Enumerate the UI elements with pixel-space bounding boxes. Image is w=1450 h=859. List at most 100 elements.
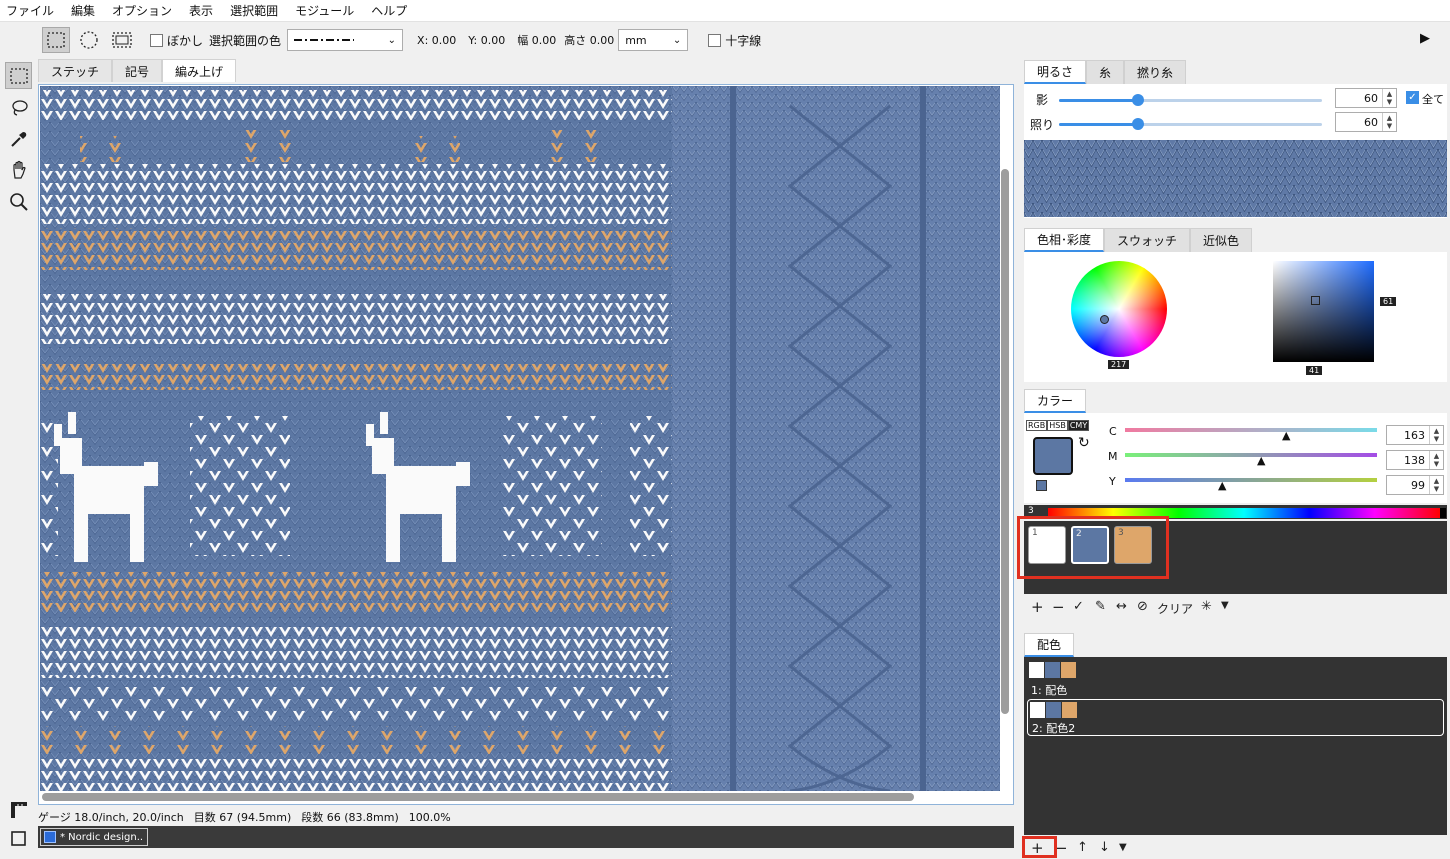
tab-similar-colors[interactable]: 近似色 <box>1190 228 1253 252</box>
shadow-spinbox[interactable]: 60 ▲ ▼ <box>1335 88 1397 108</box>
palette-item-2[interactable]: 2: 配色2 <box>1027 699 1444 736</box>
palette-item-1[interactable]: 1: 配色 <box>1027 659 1444 697</box>
dropdown-arrow-icon[interactable]: ▼ <box>1221 600 1229 611</box>
all-checkbox[interactable]: ✓ <box>1406 91 1419 104</box>
palette-toolbar: + − ↑ ↓ ▼ <box>1024 837 1447 859</box>
saturation-readout: 41 <box>1306 366 1323 375</box>
x-readout: X: 0.00 <box>417 33 457 47</box>
rect-select-tool[interactable] <box>42 27 70 53</box>
tab-twisted-yarn[interactable]: 撚り糸 <box>1124 60 1187 84</box>
c-slider-thumb[interactable]: ▲ <box>1282 429 1290 442</box>
spin-arrows-icon[interactable]: ▲ ▼ <box>1382 113 1396 131</box>
menu-help[interactable]: ヘルプ <box>371 2 407 19</box>
mode-hsb[interactable]: HSB <box>1047 420 1068 431</box>
document-icon <box>44 831 56 843</box>
highlight-spinbox[interactable]: 60 ▲ ▼ <box>1335 112 1397 132</box>
play-icon[interactable]: ▶ <box>1420 31 1430 46</box>
tab-stitch[interactable]: ステッチ <box>38 59 113 82</box>
all-label: 全て <box>1422 93 1444 106</box>
m-slider-thumb[interactable]: ▲ <box>1257 454 1265 467</box>
move-up-icon[interactable]: ↑ <box>1077 840 1088 855</box>
color-picker-panel: 217 61 41 <box>1024 252 1447 382</box>
c-spinbox[interactable]: 163 ▲ ▼ <box>1386 425 1444 445</box>
y-readout: Y: 0.00 <box>468 33 506 47</box>
y-slider[interactable] <box>1125 478 1377 482</box>
swap-arrows-icon[interactable]: ↔ <box>1116 599 1127 614</box>
unit-dropdown[interactable]: mm ⌄ <box>618 29 689 51</box>
menu-selection[interactable]: 選択範囲 <box>230 2 278 19</box>
tab-yarn[interactable]: 糸 <box>1086 60 1125 84</box>
dropdown-arrow-icon[interactable]: ▼ <box>1119 842 1127 853</box>
swap-colors-icon[interactable]: ↻ <box>1078 435 1090 451</box>
m-slider[interactable] <box>1125 453 1377 457</box>
blur-checkbox[interactable] <box>150 33 163 47</box>
vertical-scrollbar[interactable] <box>1001 169 1009 714</box>
check-icon[interactable]: ✓ <box>1073 599 1084 614</box>
hue-marker[interactable] <box>1100 315 1109 324</box>
prohibit-icon[interactable]: ⊘ <box>1137 599 1148 614</box>
ellipse-select-tool[interactable] <box>75 27 103 53</box>
menu-file[interactable]: ファイル <box>6 2 54 19</box>
hue-wheel[interactable] <box>1071 261 1167 357</box>
menu-module[interactable]: モジュール <box>295 2 354 19</box>
tab-swatches[interactable]: スウォッチ <box>1104 228 1191 252</box>
dash-pattern-icon <box>294 39 355 41</box>
move-down-icon[interactable]: ↓ <box>1099 840 1110 855</box>
spin-arrows-icon[interactable]: ▲ ▼ <box>1429 451 1443 469</box>
pencil-icon[interactable]: ✎ <box>1095 599 1106 614</box>
add-chip-icon[interactable]: + <box>1031 598 1044 616</box>
y-slider-thumb[interactable]: ▲ <box>1218 479 1226 492</box>
mini-color-swatch[interactable] <box>1036 480 1047 491</box>
sv-marker[interactable] <box>1311 296 1320 305</box>
cable-knit-area <box>672 86 1000 791</box>
crosshair-checkbox[interactable] <box>708 33 722 47</box>
square-icon <box>10 830 26 846</box>
frame-toggle[interactable] <box>5 825 32 852</box>
tab-symbol[interactable]: 記号 <box>112 59 163 82</box>
y-spinbox[interactable]: 99 ▲ ▼ <box>1386 475 1444 495</box>
color-mode-switch: RGB HSB CMY <box>1026 420 1090 431</box>
tab-color[interactable]: カラー <box>1024 389 1087 413</box>
mode-cmy[interactable]: CMY <box>1067 420 1090 431</box>
tab-brightness[interactable]: 明るさ <box>1024 60 1087 84</box>
lasso-tool[interactable] <box>5 94 32 121</box>
spin-arrows-icon[interactable]: ▲ ▼ <box>1429 476 1443 494</box>
clear-button[interactable]: クリア <box>1157 600 1193 617</box>
sparkle-icon[interactable]: ✳ <box>1201 599 1212 614</box>
horizontal-scrollbar[interactable] <box>42 793 914 801</box>
hue-value: 217 <box>1108 360 1130 369</box>
chip-toolbar: + − ✓ ✎ ↔ ⊘ クリア ✳ ▼ <box>1024 596 1447 620</box>
menu-view[interactable]: 表示 <box>189 2 213 19</box>
toolbox <box>0 58 36 859</box>
menu-options[interactable]: オプション <box>112 2 172 19</box>
marquee-tool[interactable] <box>5 62 32 89</box>
status-zoom: 100.0% <box>408 810 451 824</box>
shadow-slider[interactable] <box>1059 94 1322 106</box>
highlight-slider[interactable] <box>1059 118 1322 130</box>
eyedropper-tool[interactable] <box>5 125 32 152</box>
document-bar: * Nordic design.. <box>38 826 1014 848</box>
menu-edit[interactable]: 編集 <box>71 2 95 19</box>
c-slider[interactable] <box>1125 428 1377 432</box>
remove-chip-icon[interactable]: − <box>1052 598 1065 616</box>
zoom-tool[interactable] <box>5 188 32 215</box>
spin-arrows-icon[interactable]: ▲ ▼ <box>1429 426 1443 444</box>
app-window: ファイル 編集 オプション 表示 選択範囲 モジュール ヘルプ ぼかし 選択範囲… <box>0 0 1450 859</box>
tab-palette[interactable]: 配色 <box>1024 633 1075 657</box>
spin-arrows-icon[interactable]: ▲ ▼ <box>1382 89 1396 107</box>
tab-hue-saturation[interactable]: 色相･彩度 <box>1024 228 1105 252</box>
document-tab[interactable]: * Nordic design.. <box>40 828 149 846</box>
knit-canvas[interactable] <box>40 86 1000 791</box>
brightness-tabs: 明るさ 糸 撚り糸 <box>1024 60 1187 84</box>
ruler-tool[interactable] <box>5 796 32 823</box>
shadow-label: 影 <box>1036 93 1049 107</box>
mode-rgb[interactable]: RGB <box>1026 420 1048 431</box>
foreground-color[interactable] <box>1033 437 1073 475</box>
tab-knit-preview[interactable]: 編み上げ <box>162 59 237 82</box>
ruler-icon <box>10 801 27 818</box>
selection-color-dropdown[interactable]: ⌄ <box>287 29 404 51</box>
hand-tool[interactable] <box>5 156 32 183</box>
frame-select-tool[interactable] <box>108 27 136 53</box>
m-spinbox[interactable]: 138 ▲ ▼ <box>1386 450 1444 470</box>
saturation-value-box[interactable] <box>1273 261 1374 362</box>
